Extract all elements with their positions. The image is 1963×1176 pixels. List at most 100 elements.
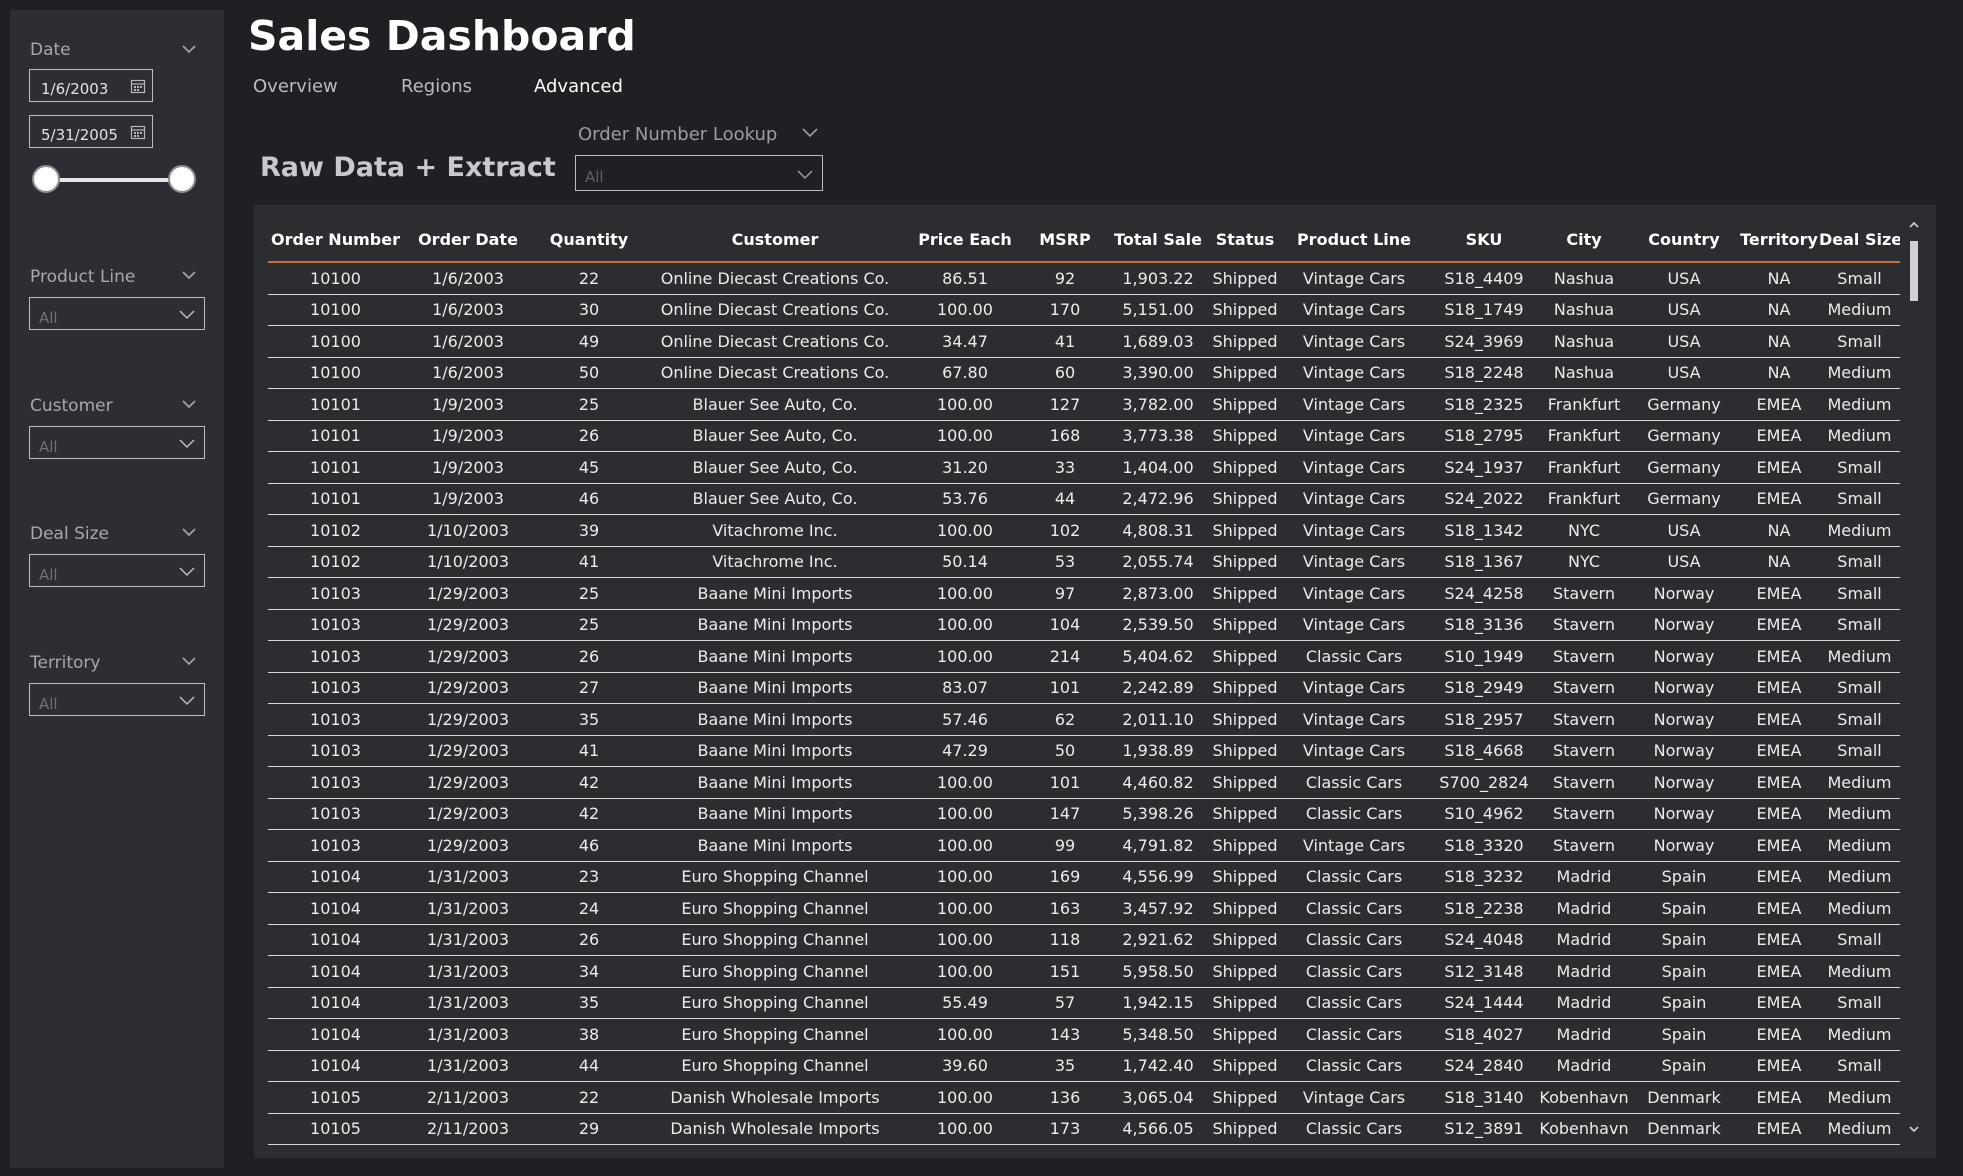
cell-sku: S24_2022	[1429, 483, 1539, 515]
table-row[interactable]: 10100 1/6/2003 22 Online Diecast Creations …	[268, 262, 1900, 295]
tab-advanced[interactable]: Advanced	[534, 76, 623, 97]
table-row[interactable]: 10103 1/29/2003 35 Baane Mini Imports 57.46 6…	[268, 703, 1900, 736]
table-row[interactable]: 10102 1/10/2003 39 Vitachrome Inc. 100.00 102…	[268, 514, 1900, 547]
column-header-territory[interactable]: Territory	[1739, 217, 1819, 263]
table-row[interactable]: 10104 1/31/2003 26 Euro Shopping Channel 100…	[268, 924, 1900, 956]
cell-order-date: 1/31/2003	[403, 1050, 533, 1082]
column-header-sku[interactable]: SKU	[1429, 217, 1539, 263]
table-row[interactable]: 10101 1/9/2003 46 Blauer See Auto, Co. 53.76…	[268, 483, 1900, 515]
chevron-down-icon[interactable]	[180, 40, 198, 58]
table-row[interactable]: 10103 1/29/2003 25 Baane Mini Imports 100.00…	[268, 577, 1900, 610]
cell-sku: S18_2325	[1429, 388, 1539, 421]
territory-dropdown[interactable]: All	[29, 683, 205, 716]
cell-country: Spain	[1629, 861, 1739, 893]
cell-territory: NA	[1739, 325, 1819, 358]
column-header-order-date[interactable]: Order Date	[403, 217, 533, 263]
customer-dropdown[interactable]: All	[29, 426, 205, 459]
cell-sku: S18_3320	[1429, 829, 1539, 862]
column-header-order-number[interactable]: Order Number	[268, 217, 403, 263]
chevron-down-icon[interactable]	[180, 523, 198, 541]
column-header-customer[interactable]: Customer	[645, 217, 905, 263]
table-row[interactable]: 10103 1/29/2003 46 Baane Mini Imports 100.00…	[268, 829, 1900, 862]
table-row[interactable]: 10101 1/9/2003 26 Blauer See Auto, Co. 100.0…	[268, 420, 1900, 452]
table-row[interactable]: 10103 1/29/2003 42 Baane Mini Imports 100.00…	[268, 766, 1900, 799]
table-row[interactable]: 10100 1/6/2003 50 Online Diecast Creations …	[268, 357, 1900, 389]
table-scrollbar[interactable]	[1908, 219, 1920, 1149]
cell-deal-size: Medium	[1819, 861, 1900, 893]
table-row[interactable]: 10104 1/31/2003 23 Euro Shopping Channel 100…	[268, 861, 1900, 893]
chevron-down-icon[interactable]	[800, 125, 820, 141]
table-row[interactable]: 10103 1/29/2003 27 Baane Mini Imports 83.07 1…	[268, 672, 1900, 704]
calendar-icon[interactable]	[130, 124, 146, 140]
cell-country: Norway	[1629, 829, 1739, 862]
table-row[interactable]: 10104 1/31/2003 44 Euro Shopping Channel 39.…	[268, 1050, 1900, 1082]
table-row[interactable]: 10103 1/29/2003 41 Baane Mini Imports 47.29 5…	[268, 735, 1900, 767]
column-header-product-line[interactable]: Product Line	[1279, 217, 1429, 263]
cell-city: Kobenhavn	[1539, 1113, 1629, 1145]
cell-city: Nashua	[1539, 294, 1629, 326]
column-header-status[interactable]: Status	[1211, 217, 1279, 263]
cell-total-sale: 4,566.05	[1105, 1113, 1211, 1145]
table-row[interactable]: 10100 1/6/2003 49 Online Diecast Creations …	[268, 325, 1900, 358]
column-header-quantity[interactable]: Quantity	[533, 217, 645, 263]
deal-size-dropdown[interactable]: All	[29, 554, 205, 587]
cell-customer: Online Diecast Creations Co.	[645, 294, 905, 326]
table-row[interactable]: 10104 1/31/2003 35 Euro Shopping Channel 55.…	[268, 987, 1900, 1019]
table-row[interactable]: 10105 2/11/2003 29 Danish Wholesale Imports…	[268, 1113, 1900, 1145]
cell-product-line: Vintage Cars	[1279, 829, 1429, 862]
table-row[interactable]: 10105 2/11/2003 22 Danish Wholesale Imports…	[268, 1081, 1900, 1114]
cell-sku: S18_1749	[1429, 294, 1539, 326]
tab-overview[interactable]: Overview	[253, 76, 338, 97]
table-row[interactable]: 10103 1/29/2003 25 Baane Mini Imports 100.00…	[268, 609, 1900, 641]
column-header-deal-size[interactable]: Deal Size	[1819, 217, 1900, 263]
scrollbar-thumb[interactable]	[1910, 241, 1918, 301]
cell-msrp: 62	[1025, 703, 1105, 736]
product-line-dropdown[interactable]: All	[29, 297, 205, 330]
cell-territory: EMEA	[1739, 1018, 1819, 1051]
date-range-start-handle[interactable]	[32, 165, 60, 193]
table-row[interactable]: 10104 1/31/2003 34 Euro Shopping Channel 100…	[268, 955, 1900, 988]
cell-quantity: 22	[533, 262, 645, 295]
table-row[interactable]: 10101 1/9/2003 25 Blauer See Auto, Co. 100.0…	[268, 388, 1900, 421]
table-row[interactable]: 10104 1/31/2003 38 Euro Shopping Channel 100…	[268, 1018, 1900, 1051]
scroll-up-icon[interactable]	[1908, 219, 1920, 231]
cell-quantity: 41	[533, 546, 645, 578]
cell-price-each: 100.00	[905, 514, 1025, 547]
cell-msrp: 136	[1025, 1081, 1105, 1114]
column-header-city[interactable]: City	[1539, 217, 1629, 263]
table-row[interactable]: 10103 1/29/2003 26 Baane Mini Imports 100.00…	[268, 640, 1900, 673]
date-range-end-handle[interactable]	[168, 165, 196, 193]
tab-regions[interactable]: Regions	[401, 76, 472, 97]
column-header-msrp[interactable]: MSRP	[1025, 217, 1105, 263]
table-row[interactable]: 10104 1/31/2003 24 Euro Shopping Channel 100…	[268, 892, 1900, 925]
date-end-field[interactable]: 5/31/2005	[29, 115, 153, 148]
date-start-field[interactable]: 1/6/2003	[29, 69, 153, 102]
cell-msrp: 92	[1025, 262, 1105, 295]
calendar-icon[interactable]	[130, 78, 146, 94]
chevron-down-icon[interactable]	[180, 395, 198, 413]
table-row[interactable]: 10100 1/6/2003 30 Online Diecast Creations …	[268, 294, 1900, 326]
scroll-down-icon[interactable]	[1908, 1123, 1920, 1135]
cell-msrp: 41	[1025, 325, 1105, 358]
table-row[interactable]: 10103 1/29/2003 42 Baane Mini Imports 100.00…	[268, 798, 1900, 830]
table-row[interactable]: 10101 1/9/2003 45 Blauer See Auto, Co. 31.20…	[268, 451, 1900, 484]
column-header-country[interactable]: Country	[1629, 217, 1739, 263]
cell-total-sale: 5,151.00	[1105, 294, 1211, 326]
chevron-down-icon[interactable]	[180, 266, 198, 284]
cell-customer: Baane Mini Imports	[645, 703, 905, 736]
cell-quantity: 50	[533, 357, 645, 389]
table-row[interactable]: 10102 1/10/2003 41 Vitachrome Inc. 50.14 53 2,…	[268, 546, 1900, 578]
cell-price-each: 34.47	[905, 325, 1025, 358]
cell-order-date: 1/31/2003	[403, 987, 533, 1019]
cell-territory: NA	[1739, 546, 1819, 578]
cell-order-date: 1/6/2003	[403, 325, 533, 358]
raw-data-table-viewport: Order Number Order Date Quantity Customer Pr…	[268, 217, 1900, 1149]
chevron-down-icon[interactable]	[180, 652, 198, 670]
order-lookup-dropdown[interactable]: All	[575, 155, 823, 191]
cell-total-sale: 2,242.89	[1105, 672, 1211, 704]
cell-status: Shipped	[1211, 766, 1279, 799]
column-header-price-each[interactable]: Price Each	[905, 217, 1025, 263]
cell-product-line: Vintage Cars	[1279, 451, 1429, 484]
cell-territory: EMEA	[1739, 766, 1819, 799]
column-header-total-sale[interactable]: Total Sale	[1105, 217, 1211, 263]
